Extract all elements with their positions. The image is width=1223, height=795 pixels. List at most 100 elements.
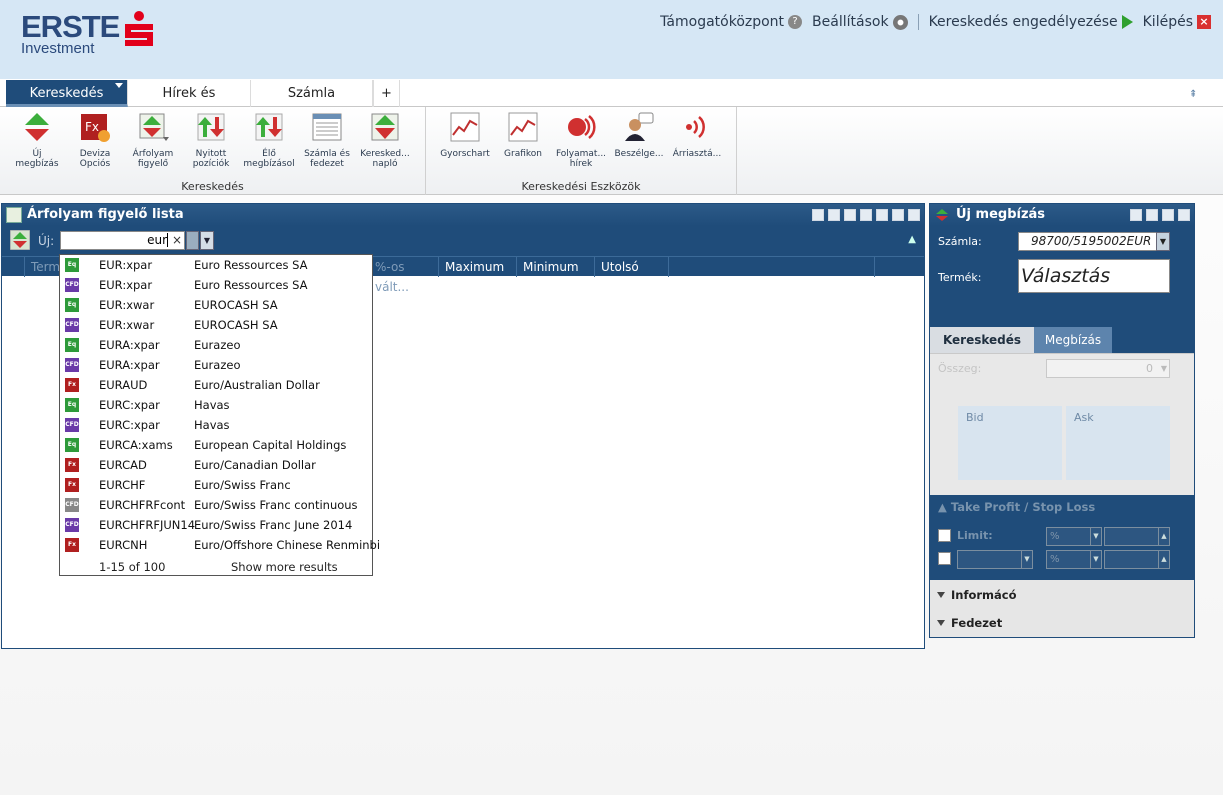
search-result-item[interactable]: CFD EURCHFRFcont Euro/Swiss Franc continuo…	[60, 495, 372, 515]
result-symbol: EURCAD	[99, 458, 147, 472]
window-help-icon[interactable]	[844, 209, 856, 221]
stop-checkbox[interactable]	[938, 552, 951, 565]
column-last-update[interactable]: Utolsó fris...	[594, 257, 668, 294]
stop-unit-chevron-icon[interactable]: ▼	[1090, 550, 1102, 569]
search-result-item[interactable]: Fx EURCHF Euro/Swiss Franc	[60, 475, 372, 495]
limit-unit-chevron-icon[interactable]: ▼	[1090, 527, 1102, 546]
watchlist-button[interactable]: Árfolyam figyelő	[124, 111, 182, 169]
window-close-icon[interactable]	[908, 209, 920, 221]
bid-button[interactable]: Bid	[958, 406, 1062, 480]
main-tabs: Kereskedés Hírek és Számla + ⇞	[0, 79, 1223, 107]
search-result-item[interactable]: Eq EURA:xpar Eurazeo	[60, 335, 372, 355]
stop-stepper-icon[interactable]: ▲	[1158, 550, 1170, 569]
search-result-item[interactable]: Eq EURC:xpar Havas	[60, 395, 372, 415]
stop-unit-select[interactable]: % ▼	[1046, 550, 1102, 569]
window-controls	[812, 209, 920, 221]
chat-button[interactable]: Beszélge...	[610, 111, 668, 159]
tab-order-trade[interactable]: Kereskedés	[930, 327, 1034, 353]
tab-menu-chevron-icon[interactable]	[115, 83, 123, 88]
limit-label: Limit:	[957, 529, 993, 542]
search-result-item[interactable]: Fx EURCNH Euro/Offshore Chinese Renminbi	[60, 535, 380, 555]
window-restore-icon[interactable]	[860, 209, 872, 221]
settings-link[interactable]: Beállítások	[812, 14, 908, 30]
open-positions-button[interactable]: Nyitott pozíciók	[182, 111, 240, 169]
product-selector[interactable]: Választás	[1018, 259, 1170, 293]
show-more-results-link[interactable]: Show more results	[231, 560, 338, 574]
price-alert-icon	[686, 116, 705, 138]
fx-type-icon: Fx	[65, 538, 79, 552]
limit-checkbox[interactable]	[938, 529, 951, 542]
collapse-ribbon-icon[interactable]: ⇞	[1189, 89, 1201, 101]
window-maximize-icon[interactable]	[876, 209, 888, 221]
column-minimum[interactable]: Minimum	[516, 257, 594, 277]
tab-news[interactable]: Hírek és	[128, 80, 251, 107]
result-symbol: EUR:xpar	[99, 278, 153, 292]
tab-account[interactable]: Számla	[251, 80, 373, 107]
information-label: Informácó	[951, 588, 1017, 602]
ask-button[interactable]: Ask	[1066, 406, 1170, 480]
search-result-item[interactable]: Eq EUR:xwar EUROCASH SA	[60, 295, 372, 315]
order-close-icon[interactable]	[1178, 209, 1190, 221]
tab-trading[interactable]: Kereskedés	[6, 80, 128, 107]
news-stream-button[interactable]: Folyamat... hírek	[552, 111, 610, 169]
logout-link[interactable]: Kilépés ×	[1143, 14, 1211, 30]
tpsl-header[interactable]: ▲ Take Profit / Stop Loss	[938, 500, 1095, 514]
search-result-item[interactable]: Eq EURCA:xams European Capital Holdings	[60, 435, 372, 455]
amount-chevron-down-icon[interactable]: ▼	[1161, 360, 1167, 377]
search-filter-button[interactable]	[186, 231, 199, 250]
limit-stepper-icon[interactable]: ▲	[1158, 527, 1170, 546]
amount-input[interactable]: 0 ▼	[1046, 359, 1170, 378]
new-order-button[interactable]: Új megbízás	[8, 111, 66, 169]
erste-logo[interactable]: ERSTE Investment	[21, 10, 153, 57]
search-result-item[interactable]: CFD EURC:xpar Havas	[60, 415, 372, 435]
search-result-item[interactable]: CFD EUR:xpar Euro Ressources SA	[60, 275, 372, 295]
column-product[interactable]: Term	[24, 257, 64, 277]
column-change-pct[interactable]: %-os vált...	[368, 257, 438, 294]
account-chevron-down-icon[interactable]: ▼	[1156, 232, 1170, 251]
fx-options-button[interactable]: Fx Deviza Opciós	[66, 111, 124, 169]
authorize-trading-link[interactable]: Kereskedés engedélyezése	[929, 14, 1133, 30]
window-menu-icon[interactable]	[812, 209, 824, 221]
account-select[interactable]: 98700/5195002EUR ▼	[1018, 232, 1170, 251]
watchlist-icon	[139, 113, 169, 141]
search-result-item[interactable]: CFD EURCHFRFJUN14 Euro/Swiss Franc June 20…	[60, 515, 372, 535]
stop-value-input[interactable]: ▲	[1104, 550, 1170, 569]
order-help-icon[interactable]	[1146, 209, 1158, 221]
new-label: Új:	[38, 234, 55, 248]
add-instrument-icon[interactable]	[10, 230, 30, 250]
window-minimize-icon[interactable]	[892, 209, 904, 221]
tab-order-order[interactable]: Megbízás	[1034, 327, 1112, 353]
live-orders-button[interactable]: Élő megbízásol	[240, 111, 298, 169]
stop-type-chevron-icon[interactable]: ▼	[1021, 550, 1033, 569]
clear-search-icon[interactable]: ×	[172, 232, 182, 249]
order-window-controls	[1130, 209, 1190, 221]
add-tab-button[interactable]: +	[373, 80, 400, 107]
price-alert-button[interactable]: Árriasztá...	[668, 111, 726, 159]
support-link[interactable]: Támogatóközpont ?	[660, 14, 803, 30]
chart-button[interactable]: Grafikon	[494, 111, 552, 159]
stop-type-select[interactable]: ▼	[957, 550, 1033, 569]
quick-chart-button[interactable]: Gyorschart	[436, 111, 494, 159]
search-result-item[interactable]: Eq EUR:xpar Euro Ressources SA	[60, 255, 372, 275]
close-icon: ×	[1197, 15, 1211, 29]
trade-log-button[interactable]: Keresked... napló	[356, 111, 414, 169]
order-menu-icon[interactable]	[1130, 209, 1142, 221]
search-result-item[interactable]: Fx EURCAD Euro/Canadian Dollar	[60, 455, 372, 475]
window-popout-icon[interactable]	[828, 209, 840, 221]
order-minimize-icon[interactable]	[1162, 209, 1174, 221]
search-result-item[interactable]: Fx EURAUD Euro/Australian Dollar	[60, 375, 372, 395]
column-maximum[interactable]: Maximum	[438, 257, 516, 277]
result-name: EUROCASH SA	[194, 298, 278, 312]
search-result-item[interactable]: CFD EUR:xwar EUROCASH SA	[60, 315, 372, 335]
search-dropdown-chevron-icon[interactable]: ▼	[200, 231, 214, 250]
margin-section-toggle[interactable]: Fedezet	[930, 609, 1194, 637]
result-name: European Capital Holdings	[194, 438, 347, 452]
account-margin-button[interactable]: Számla és fedezet	[298, 111, 356, 169]
search-result-item[interactable]: CFD EURA:xpar Eurazeo	[60, 355, 372, 375]
instrument-search-input[interactable]: eur ×	[60, 231, 185, 250]
stop-unit-value: %	[1050, 554, 1060, 565]
pin-toolbar-icon[interactable]: ▲	[908, 234, 916, 245]
limit-unit-select[interactable]: % ▼	[1046, 527, 1102, 546]
limit-value-input[interactable]: ▲	[1104, 527, 1170, 546]
information-section-toggle[interactable]: Informácó	[930, 581, 1194, 609]
